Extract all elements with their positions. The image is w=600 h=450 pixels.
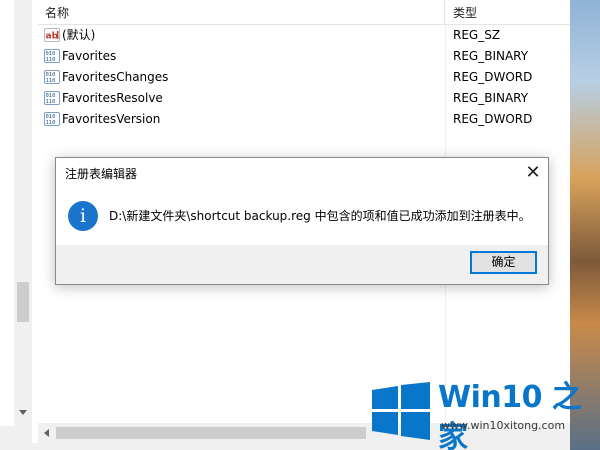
key-tree-pane[interactable] — [0, 0, 32, 450]
scroll-left-arrow-icon[interactable] — [44, 429, 49, 437]
watermark-url: www.win10xitong.com — [441, 419, 566, 432]
value-name: FavoritesResolve — [62, 91, 163, 105]
binary-value-icon: 010 110 — [44, 48, 60, 63]
value-type: REG_BINARY — [453, 91, 529, 105]
value-name: FavoritesVersion — [62, 112, 161, 126]
info-icon: i — [68, 201, 98, 231]
svg-text:110: 110 — [46, 120, 56, 126]
list-item[interactable]: ab (默认) REG_SZ — [38, 25, 570, 46]
watermark-brand: Win10 之家 — [438, 380, 582, 450]
dialog-message: D:\新建文件夹\shortcut backup.reg 中包含的项和值已成功添… — [109, 209, 531, 223]
value-name: (默认) — [62, 28, 96, 42]
value-name: Favorites — [62, 49, 117, 63]
svg-text:110: 110 — [46, 57, 56, 63]
svg-text:110: 110 — [46, 78, 56, 84]
value-type: REG_DWORD — [453, 70, 533, 84]
close-icon[interactable]: ✕ — [518, 159, 548, 187]
tree-scroll-thumb[interactable] — [17, 282, 29, 322]
value-type: REG_BINARY — [453, 49, 529, 63]
list-scroll-thumb[interactable] — [56, 427, 366, 439]
list-header: 名称 类型 — [38, 0, 570, 25]
watermark: Win10 之家 www.win10xitong.com — [366, 378, 600, 450]
value-name: FavoritesChanges — [62, 70, 169, 84]
dialog-title: 注册表编辑器 — [65, 167, 138, 181]
value-type: REG_SZ — [453, 28, 501, 42]
list-item[interactable]: 010 110 FavoritesChanges REG_DWORD — [38, 67, 570, 88]
message-dialog: 注册表编辑器 ✕ i D:\新建文件夹\shortcut backup.reg … — [55, 157, 549, 285]
list-item[interactable]: 010 110 FavoritesVersion REG_DWORD — [38, 109, 570, 130]
list-item[interactable]: 010 110 Favorites REG_BINARY — [38, 46, 570, 67]
dialog-footer: 确定 — [56, 245, 548, 284]
tree-horizontal-scrollbar[interactable] — [0, 426, 32, 443]
value-type: REG_DWORD — [453, 112, 533, 126]
binary-value-icon: 010 110 — [44, 90, 60, 105]
binary-value-icon: 010 110 — [44, 111, 60, 126]
column-header-type[interactable]: 类型 — [445, 0, 570, 25]
svg-text:110: 110 — [46, 99, 56, 105]
tree-vertical-scrollbar[interactable] — [14, 0, 32, 426]
list-item[interactable]: 010 110 FavoritesResolve REG_BINARY — [38, 88, 570, 109]
column-header-name[interactable]: 名称 — [38, 0, 445, 25]
binary-value-icon: 010 110 — [44, 69, 60, 84]
ok-button[interactable]: 确定 — [470, 251, 537, 274]
windows-logo-icon — [372, 382, 430, 440]
scroll-down-arrow-icon[interactable] — [19, 410, 27, 415]
string-value-icon: ab — [44, 27, 60, 42]
svg-text:ab: ab — [46, 31, 59, 41]
